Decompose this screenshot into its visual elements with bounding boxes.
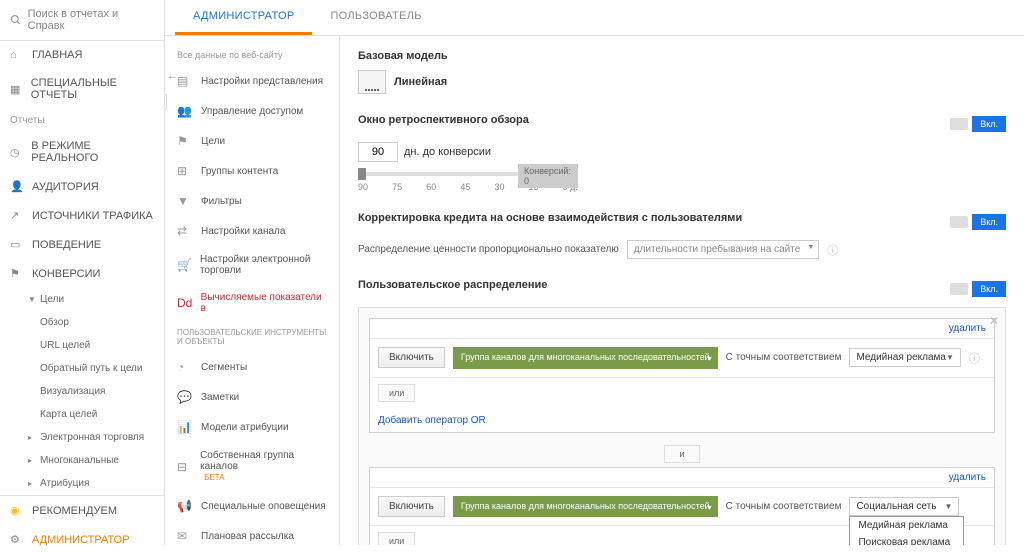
nav-behavior[interactable]: ▭ПОВЕДЕНИЕ: [0, 230, 164, 259]
rule-block-1: удалить Включить Группа каналов для мног…: [369, 318, 995, 433]
admin-custom-channel[interactable]: ⊟Собственная группа каналовБЕТА: [165, 442, 339, 491]
tabs: АДМИНИСТРАТОР ПОЛЬЗОВАТЕЛЬ: [165, 0, 1024, 36]
subnav-map[interactable]: Карта целей: [28, 403, 164, 426]
admin-channel-settings[interactable]: ⇄Настройки канала: [165, 216, 339, 246]
admin-custom-alerts[interactable]: 📢Специальные оповещения: [165, 491, 339, 521]
info-icon[interactable]: ⓘ: [827, 242, 838, 258]
include-button-2[interactable]: Включить: [378, 496, 445, 517]
delete-rule-1[interactable]: удалить: [949, 323, 986, 334]
or-label: или: [378, 384, 415, 402]
value-select-2[interactable]: Социальная сеть▼ Медийная реклама Поиско…: [849, 497, 959, 516]
credit-title: Корректировка кредита на основе взаимоде…: [358, 212, 742, 224]
dropdown-option[interactable]: Поисковая реклама: [850, 534, 963, 545]
lookback-title: Окно ретроспективного обзора: [358, 114, 529, 126]
admin-calc-metrics[interactable]: DdВычисляемые показатели в: [165, 284, 339, 322]
close-icon[interactable]: ✕: [989, 314, 999, 328]
lookback-unit: дн. до конверсии: [404, 146, 491, 158]
value-select-1[interactable]: Медийная реклама▼: [849, 348, 960, 367]
subnav-viz[interactable]: Визуализация: [28, 380, 164, 403]
credit-toggle[interactable]: Вкл.: [950, 214, 1006, 230]
subnav-goals[interactable]: ▼Цели: [28, 288, 164, 311]
subnav-ecommerce[interactable]: ▸Электронная торговля: [28, 426, 164, 449]
nav-conversions[interactable]: ⚑КОНВЕРСИИ: [0, 259, 164, 288]
nav-home[interactable]: ⌂ГЛАВНАЯ: [0, 41, 164, 69]
left-sidebar: Поиск в отчетах и Справк ⌂ГЛАВНАЯ ▦СПЕЦИ…: [0, 0, 165, 545]
admin-notes[interactable]: 💬Заметки: [165, 382, 339, 412]
admin-content-groups[interactable]: ⊞Группы контента: [165, 156, 339, 186]
or-label: или: [378, 532, 415, 545]
admin-scheduled-emails[interactable]: ✉Плановая рассылка: [165, 521, 339, 545]
dropdown-option[interactable]: Медийная реклама: [850, 517, 963, 534]
channel-chip-1[interactable]: Группа каналов для многоканальных послед…: [453, 347, 718, 369]
match-label-2: С точным соответствием: [726, 501, 842, 512]
credit-metric-dropdown[interactable]: длительности пребывания на сайте: [627, 240, 819, 259]
channel-chip-2[interactable]: Группа каналов для многоканальных послед…: [453, 496, 718, 518]
subnav-reverse[interactable]: Обратный путь к цели: [28, 357, 164, 380]
search-placeholder: Поиск в отчетах и Справк: [28, 8, 154, 32]
tab-admin[interactable]: АДМИНИСТРАТОР: [175, 0, 312, 35]
nav-admin[interactable]: ⚙АДМИНИСТРАТОР: [0, 525, 164, 554]
lookback-days-input[interactable]: [358, 142, 398, 162]
custom-title: Пользовательское распределение: [358, 279, 547, 291]
add-or-1[interactable]: Добавить оператор OR: [378, 415, 486, 426]
subnav-multichannel[interactable]: ▸Многоканальные: [28, 449, 164, 472]
nav-acquisition[interactable]: ↗ИСТОЧНИКИ ТРАФИКА: [0, 201, 164, 230]
nav-audience[interactable]: 👤АУДИТОРИЯ: [0, 172, 164, 201]
subnav-attribution[interactable]: ▸Атрибуция: [28, 472, 164, 495]
collapse-icon[interactable]: ↤: [165, 94, 167, 110]
admin-ecommerce-settings[interactable]: 🛒Настройки электронной торговли: [165, 246, 339, 284]
admin-heading: Все данные по веб-сайту: [165, 44, 339, 66]
admin-goals[interactable]: ⚑Цели: [165, 126, 339, 156]
admin-user-mgmt[interactable]: 👥Управление доступом: [165, 96, 339, 126]
match-label-1: С точным соответствием: [726, 352, 842, 363]
linear-model-icon[interactable]: [358, 70, 386, 94]
lookback-toggle[interactable]: Вкл.: [950, 116, 1006, 132]
nav-realtime[interactable]: ◷В РЕЖИМЕ РЕАЛЬНОГО: [0, 132, 164, 172]
nav-recommend[interactable]: ◉РЕКОМЕНДУЕМ: [0, 496, 164, 525]
admin-attribution-models[interactable]: 📊Модели атрибуции: [165, 412, 339, 442]
base-model-value: Линейная: [394, 76, 447, 88]
reports-label: Отчеты: [0, 109, 164, 132]
admin-personal-heading: ПОЛЬЗОВАТЕЛЬСКИЕ ИНСТРУМЕНТЫ И ОБЪЕКТЫ: [165, 322, 339, 352]
info-icon[interactable]: ⓘ: [969, 350, 980, 366]
rules-container: ✕ удалить Включить Группа каналов для мн…: [358, 307, 1006, 545]
tab-user[interactable]: ПОЛЬЗОВАТЕЛЬ: [312, 0, 439, 35]
search-input[interactable]: Поиск в отчетах и Справк: [0, 0, 164, 41]
include-button-1[interactable]: Включить: [378, 347, 445, 368]
rule-block-2: удалить Включить Группа каналов для мног…: [369, 467, 995, 545]
nav-special-reports[interactable]: ▦СПЕЦИАЛЬНЫЕ ОТЧЕТЫ: [0, 69, 164, 109]
subnav-overview[interactable]: Обзор: [28, 311, 164, 334]
admin-filters[interactable]: ▼Фильтры: [165, 186, 339, 216]
admin-panel: Все данные по веб-сайту ←↤ ▤Настройки пр…: [165, 36, 340, 545]
subnav-url[interactable]: URL целей: [28, 334, 164, 357]
base-model-title: Базовая модель: [358, 50, 1006, 62]
admin-segments[interactable]: ◔Сегменты: [165, 352, 339, 382]
custom-toggle[interactable]: Вкл.: [950, 281, 1006, 297]
lookback-slider[interactable]: Конверсий: 0 90 75 60 45 30 15 0 д.: [358, 172, 578, 192]
admin-view-settings[interactable]: ▤Настройки представления: [165, 66, 339, 96]
and-separator: и: [664, 445, 699, 463]
value-dropdown-open: Медийная реклама Поисковая реклама Друга…: [849, 516, 964, 545]
delete-rule-2[interactable]: удалить: [949, 472, 986, 483]
config-area: Базовая модель Линейная Окно ретроспекти…: [340, 36, 1024, 545]
credit-label: Распределение ценности пропорционально п…: [358, 244, 619, 255]
